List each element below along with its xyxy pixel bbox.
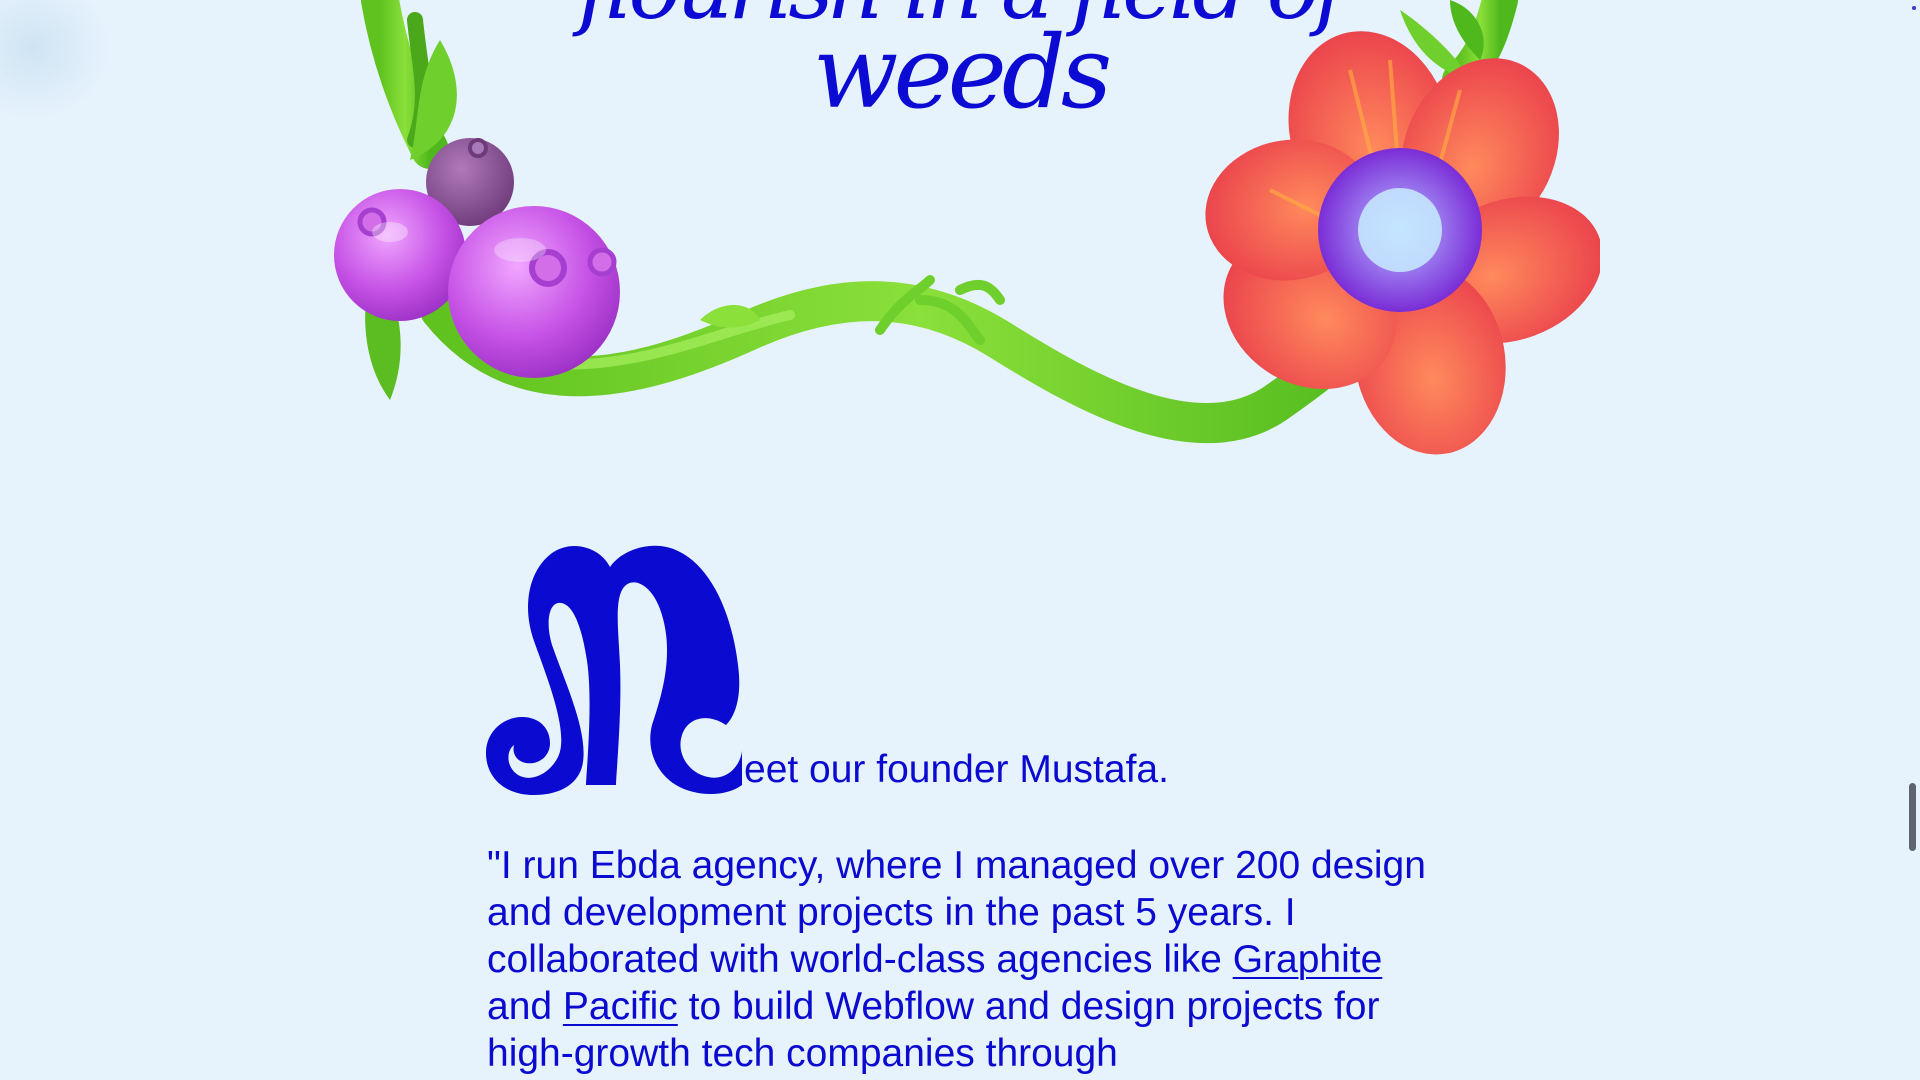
graphite-link[interactable]: Graphite xyxy=(1233,938,1383,981)
scrollbar-thumb[interactable] xyxy=(1909,783,1916,851)
quote-text-and: and xyxy=(487,985,563,1028)
wreath-illustration xyxy=(334,0,1600,455)
big-berry xyxy=(448,206,620,378)
left-berry xyxy=(334,189,466,321)
dropcap-m-icon xyxy=(486,545,742,795)
founder-quote: "I run Ebda agency, where I managed over… xyxy=(487,842,1457,1077)
founder-intro: eet our founder Mustafa. xyxy=(744,748,1169,791)
pacific-link[interactable]: Pacific xyxy=(563,985,678,1028)
scroll-indicator-dot xyxy=(1912,6,1916,10)
